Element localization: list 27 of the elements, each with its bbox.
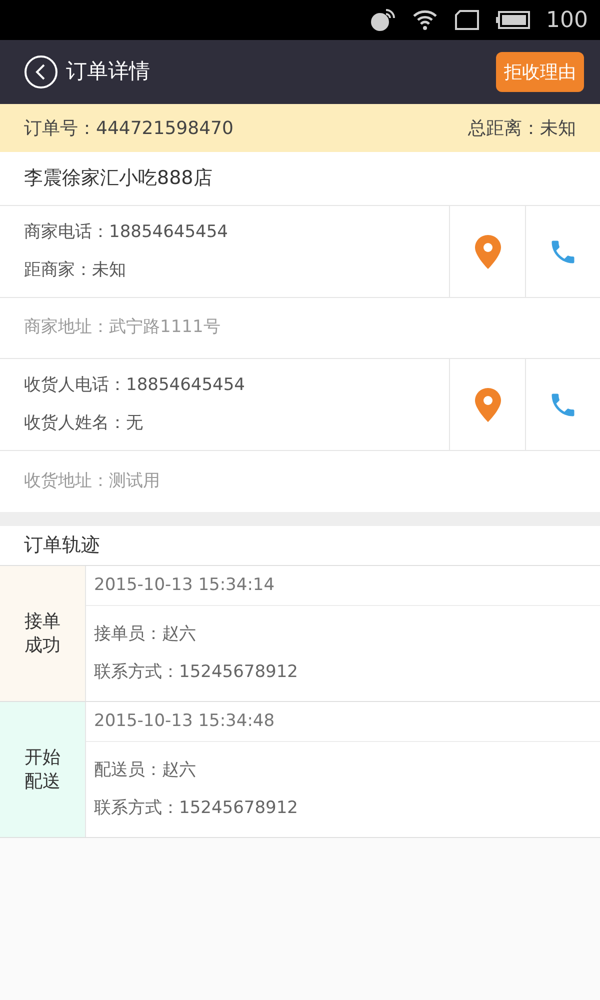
map-pin-icon xyxy=(474,234,500,268)
order-number: 订单号：444721598470 xyxy=(24,116,234,140)
store-name: 李震徐家汇小吃888店 xyxy=(0,152,600,206)
battery-level: 100 xyxy=(546,6,588,34)
address-text: 商家地址：武宁路1111号 xyxy=(0,298,600,359)
stage-detail: 配送员：赵六 xyxy=(94,759,197,782)
contact-phone: 收货人电话：18854645454 xyxy=(24,374,246,397)
signal-icon xyxy=(370,8,396,32)
stage-detail: 联系方式：15245678912 xyxy=(94,660,299,684)
reject-reason-button[interactable]: 拒收理由 xyxy=(496,52,584,92)
contact-phone: 商家电话：18854645454 xyxy=(24,221,229,244)
stage-detail: 联系方式：15245678912 xyxy=(94,796,299,820)
contact-detail: 收货人姓名：无 xyxy=(24,412,144,434)
back-icon[interactable] xyxy=(24,55,58,89)
total-distance: 总距离：未知 xyxy=(468,116,576,140)
stage-time: 2015-10-13 15:34:14 xyxy=(86,566,600,606)
contact-detail: 距商家：未知 xyxy=(24,258,127,282)
page-title: 订单详情 xyxy=(66,58,150,86)
address-text: 收货地址：测试用 xyxy=(23,470,161,493)
stage-label: 开始配送 xyxy=(24,746,60,794)
wifi-icon xyxy=(412,9,438,31)
stage-detail: 接单员：赵六 xyxy=(94,623,197,646)
sim-card-icon xyxy=(454,10,480,30)
stage-time: 2015-10-13 15:34:48 xyxy=(86,702,600,742)
battery-icon xyxy=(496,11,530,29)
map-pin-icon xyxy=(474,388,500,422)
stage-label: 接单成功 xyxy=(24,610,60,658)
